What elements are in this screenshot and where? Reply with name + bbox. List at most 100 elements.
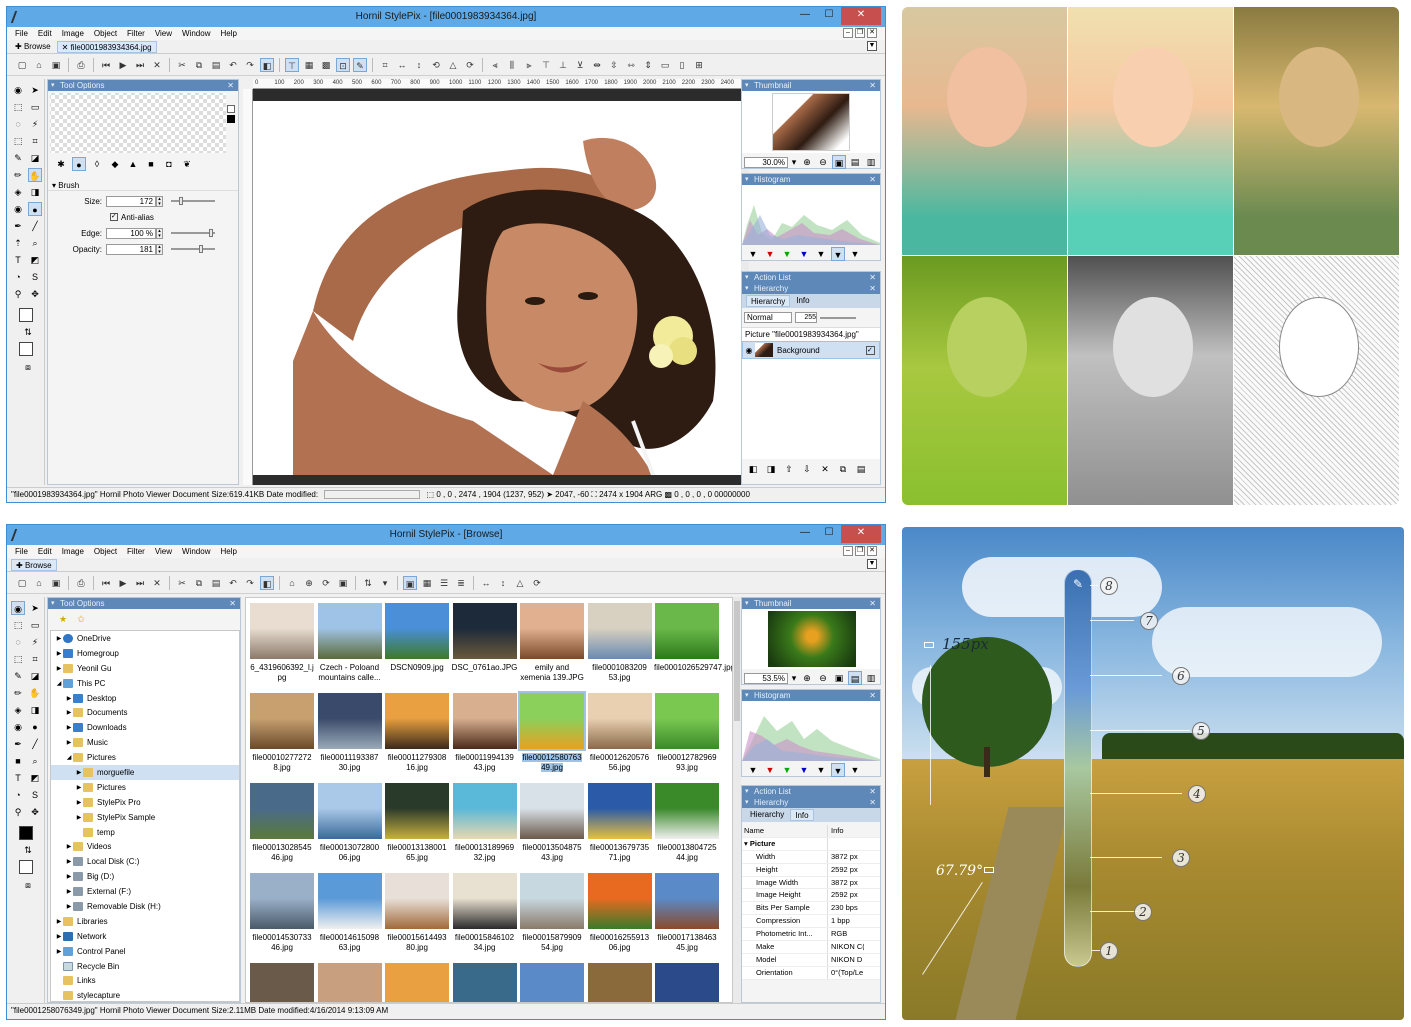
eye-icon[interactable]: ◉	[11, 83, 25, 97]
menu-help[interactable]: Help	[220, 547, 236, 556]
distribute-h-icon[interactable]: ⇹	[590, 58, 604, 72]
pointer-icon[interactable]: ➤	[28, 601, 42, 615]
slider-stop-badge[interactable]: 7	[1140, 612, 1158, 630]
menu-window[interactable]: Window	[182, 29, 210, 38]
details-view-icon[interactable]: ≣	[454, 576, 468, 590]
tree-item[interactable]: ▶ StylePix Pro	[51, 795, 239, 810]
gradient-slider[interactable]	[1064, 569, 1092, 967]
resize-width-icon[interactable]: ↔	[395, 58, 409, 72]
slideshow-icon[interactable]: ▣	[336, 576, 350, 590]
background-color[interactable]	[19, 342, 33, 356]
layer-opacity-slider[interactable]	[820, 316, 856, 319]
hierarchy-header[interactable]: Hierarchy✕	[742, 797, 880, 808]
save-icon[interactable]: ▣	[49, 58, 63, 72]
open-icon[interactable]: ⌂	[32, 576, 46, 590]
thumbnail-item[interactable]: file00013072800 06.jpg	[317, 783, 383, 863]
align-top-icon[interactable]: ⊤	[539, 58, 553, 72]
tree-item[interactable]: ▶ Removable Disk (H:)	[51, 899, 239, 914]
quick-mask-icon[interactable]: ⧈	[21, 878, 35, 892]
align-bottom-icon[interactable]: ⊻	[573, 58, 587, 72]
tree-item[interactable]: ▶ Documents	[51, 705, 239, 720]
info-row[interactable]: Bits Per Sample 230 bps	[742, 902, 880, 916]
tree-item[interactable]: ▶ morguefile	[51, 765, 239, 780]
pin-icon[interactable]: ✎	[353, 57, 367, 72]
expand-arrow-icon[interactable]: ▶	[55, 665, 63, 672]
zoom-dropdown-icon[interactable]: ▾	[790, 671, 798, 685]
tree-item[interactable]: ▶ Videos	[51, 839, 239, 854]
first-icon[interactable]: ⏮	[99, 576, 113, 590]
cut-icon[interactable]: ✂	[175, 576, 189, 590]
copy-icon[interactable]: ⧉	[192, 58, 206, 72]
sort-icon[interactable]: ⇅	[361, 576, 375, 590]
action-list-header[interactable]: Action List✕	[742, 786, 880, 797]
expand-arrow-icon[interactable]: ▶	[55, 650, 63, 657]
expand-arrow-icon[interactable]: ▶	[55, 948, 63, 955]
dodge-icon[interactable]: ●	[28, 202, 42, 216]
panel-toggle-icon[interactable]: ◧	[260, 575, 274, 590]
color-wheel-icon[interactable]: ◔	[11, 788, 25, 802]
size-input[interactable]: 172	[106, 195, 156, 207]
tree-item[interactable]: ▶ Homegroup	[51, 646, 239, 661]
thumbnail-image[interactable]	[317, 963, 382, 1002]
tab-info[interactable]: Info	[792, 295, 813, 307]
hist-options-icon[interactable]: ▼	[848, 763, 862, 777]
hist-luma-icon[interactable]: ▼	[814, 763, 828, 777]
thumbnail-item[interactable]: Czech - Poloand mountains calle...	[317, 603, 383, 683]
rotate-right-icon[interactable]: ⟳	[530, 576, 544, 590]
clone-icon[interactable]: ⇡	[11, 236, 25, 250]
folder-up-icon[interactable]: ⌂	[285, 576, 299, 590]
menu-filter[interactable]: Filter	[127, 29, 145, 38]
rotate-right-icon[interactable]: ⟳	[463, 58, 477, 72]
opacity-input[interactable]: 181	[106, 243, 156, 255]
thumbnail-image[interactable]	[452, 963, 517, 1002]
actual-size-icon[interactable]: ▤	[848, 155, 862, 169]
color-wheel-icon[interactable]: ◔	[11, 270, 25, 284]
slider-stop-badge[interactable]: 4	[1188, 785, 1206, 803]
thumbnail-item[interactable]: file00015614493 80.jpg	[384, 873, 450, 953]
first-icon[interactable]: ⏮	[99, 58, 113, 72]
slider-stop-badge[interactable]: 5	[1192, 722, 1210, 740]
hist-luma-icon[interactable]: ▼	[814, 247, 828, 261]
pan-icon[interactable]: ✥	[28, 805, 42, 819]
thumbnail-item[interactable]: file00014530733 46.jpg	[249, 873, 315, 953]
thumbnail-item[interactable]: file00013028545 46.jpg	[249, 783, 315, 863]
eye-icon[interactable]: ◉	[11, 601, 25, 615]
align-right-icon[interactable]: ⫸	[522, 58, 536, 72]
paste-icon[interactable]: ▤	[209, 576, 223, 590]
close-button[interactable]: ✕	[841, 525, 881, 543]
resize-height-icon[interactable]: ↕	[496, 576, 510, 590]
thumbnail-item[interactable]: file00012782969 93.jpg	[654, 693, 720, 773]
quick-mask-icon[interactable]: ⧈	[21, 360, 35, 374]
thumbnail-image[interactable]	[385, 963, 449, 1002]
cut-icon[interactable]: ✂	[175, 58, 189, 72]
thumbnail-item[interactable]: file00015879909 54.jpg	[519, 873, 585, 953]
thumbnail-item[interactable]: file00013679735 71.jpg	[587, 783, 653, 863]
zoom-in-icon[interactable]: ⊕	[800, 671, 814, 685]
expand-arrow-icon[interactable]: ▶	[65, 888, 73, 895]
opacity-number-input[interactable]: 255	[795, 312, 817, 323]
hist-red-icon[interactable]: ▼	[763, 247, 777, 261]
line-icon[interactable]: ╱	[28, 219, 42, 233]
text-icon[interactable]: T	[11, 771, 25, 785]
move-down-icon[interactable]: ⇩	[800, 462, 814, 476]
thumbnail-image[interactable]	[655, 963, 719, 1002]
layout-a-icon[interactable]: ▭	[658, 58, 672, 72]
tree-item[interactable]: stylecapture	[51, 988, 239, 1001]
line-icon[interactable]: ╱	[28, 737, 42, 751]
last-icon[interactable]: ⏭	[133, 58, 147, 72]
blend-mode-select[interactable]: Normal	[744, 312, 792, 323]
expand-arrow-icon[interactable]: ▶	[65, 843, 73, 850]
flip-icon[interactable]: △	[513, 576, 527, 590]
action-list-header[interactable]: Action List✕	[742, 272, 880, 283]
tree-item[interactable]: ▶ Desktop	[51, 691, 239, 706]
lasso-icon[interactable]: ◌	[11, 635, 25, 649]
new-icon[interactable]: ▢	[15, 576, 29, 590]
menu-edit[interactable]: Edit	[38, 547, 52, 556]
minimize-button[interactable]: —	[793, 7, 817, 25]
info-row[interactable]: Width 3872 px	[742, 850, 880, 864]
tree-item[interactable]: ▶ Downloads	[51, 720, 239, 735]
menu-object[interactable]: Object	[94, 547, 117, 556]
transform-icon[interactable]: ⬚	[11, 618, 25, 632]
eraser-icon[interactable]: ◪	[28, 669, 42, 683]
layer-row[interactable]: ◉ Background ✓	[742, 341, 880, 359]
